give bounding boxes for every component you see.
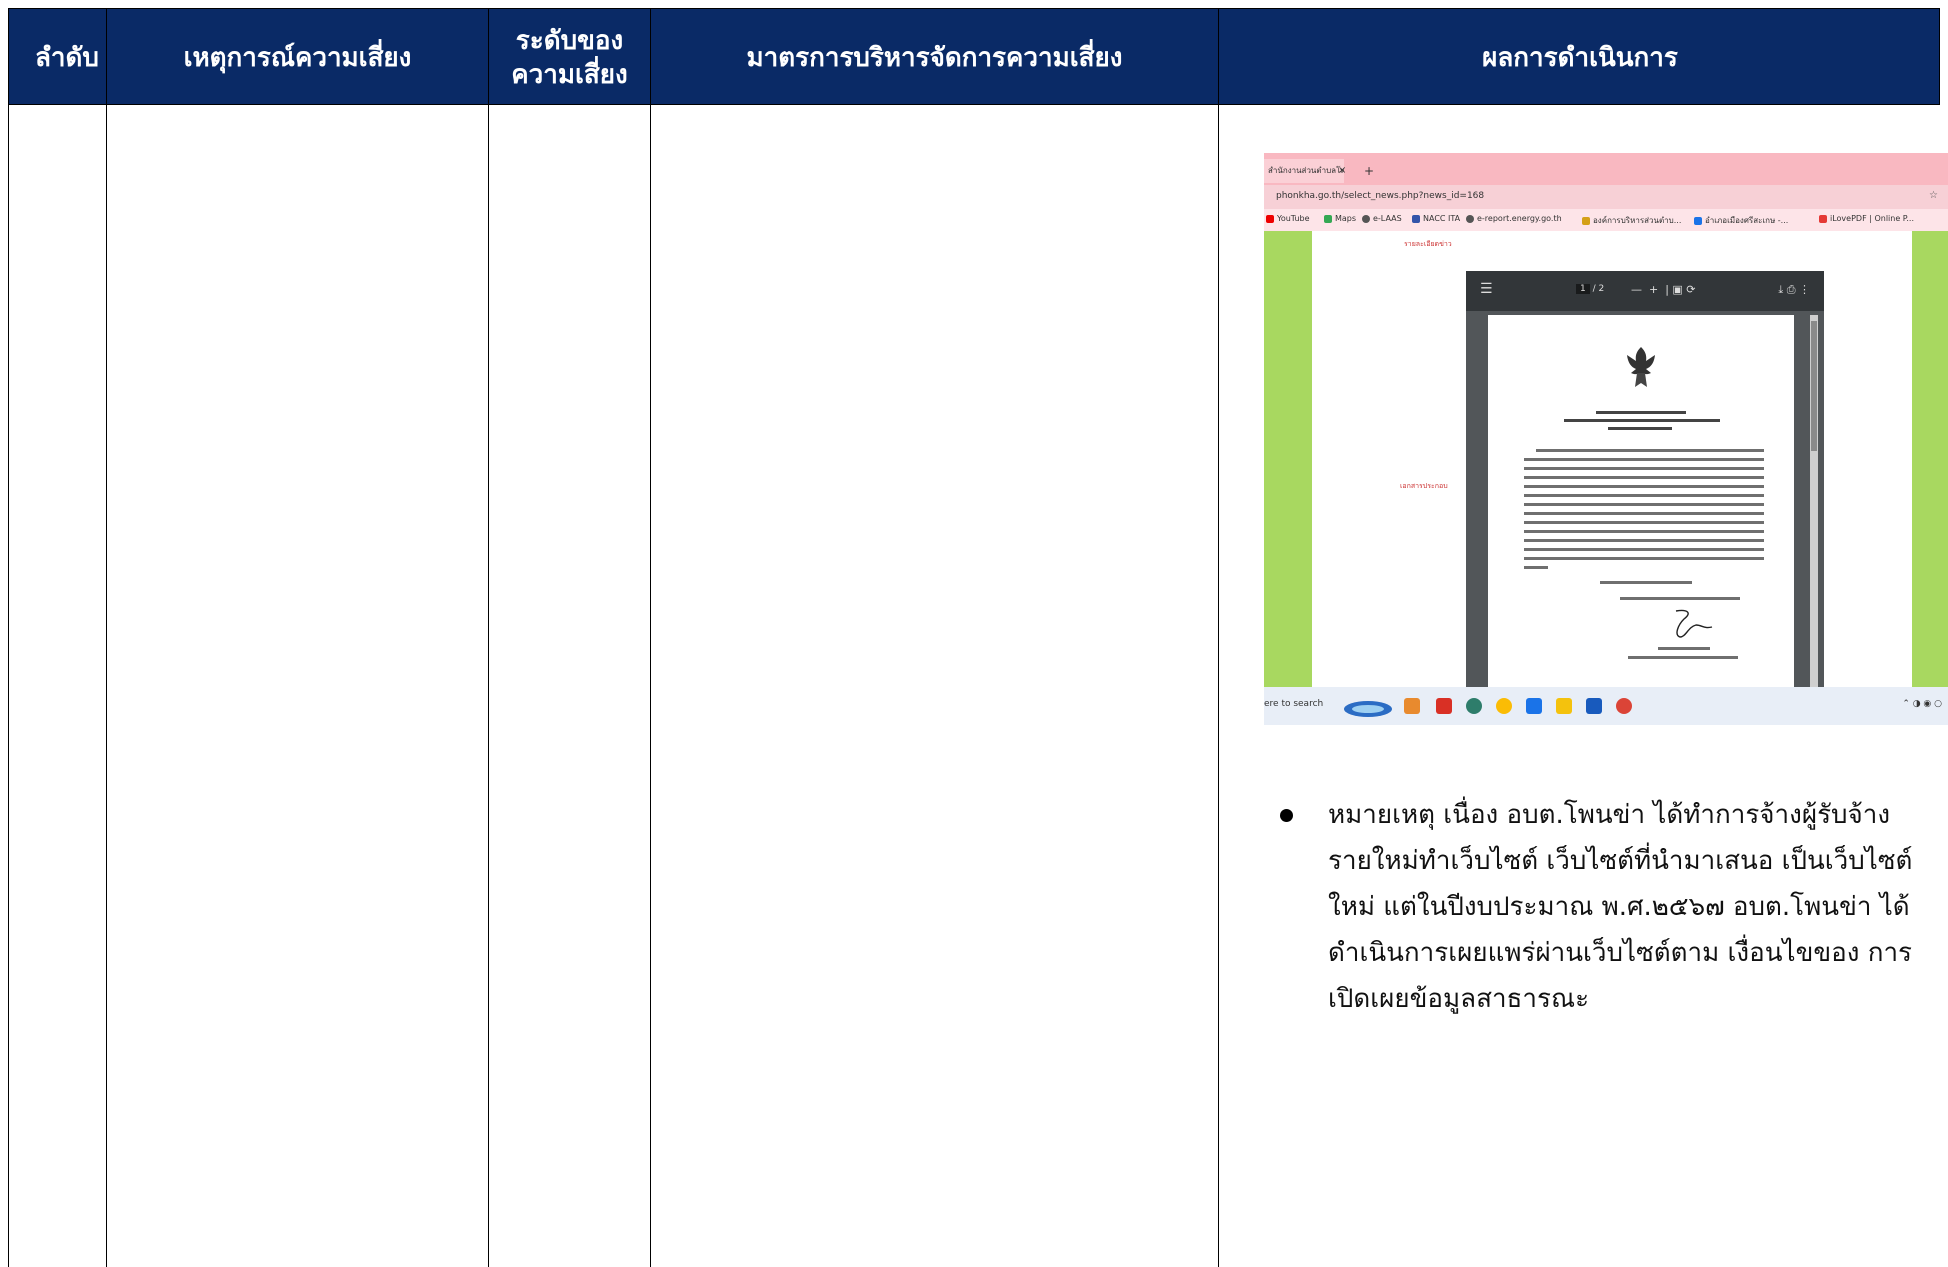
bookmark-item: องค์การบริหารส่วนตำบ...	[1582, 214, 1681, 227]
ita-icon	[1412, 214, 1420, 223]
pdf-scrollbar	[1810, 315, 1818, 691]
system-tray-icon: ⌃ ◑ ◉ ○	[1902, 699, 1942, 709]
heart-icon	[1819, 214, 1827, 223]
pdf-text-line	[1524, 566, 1548, 569]
header-risk-level: ระดับของความเสี่ยง	[489, 9, 651, 106]
close-icon: ×	[1338, 165, 1347, 176]
note-line: รายใหม่ทำเว็บไซต์ เว็บไซต์ที่นำมาเสนอ เป…	[1328, 846, 1913, 876]
bookmark-item: e-LAAS	[1362, 214, 1402, 223]
taskbar-search: ere to search	[1264, 699, 1324, 709]
pdf-text-line	[1600, 581, 1692, 584]
header-risk-event: เหตุการณ์ความเสี่ยง	[107, 9, 489, 106]
website-screenshot: สำนักงานส่วนตำบลโพนข่า อำเภ × + phonkha.…	[1264, 153, 1948, 725]
drive-icon	[1694, 216, 1702, 225]
website-page: รายละเอียดข่าว เอกสารประกอบ ☰ 1 / 2 — + …	[1264, 231, 1948, 695]
pdf-text-line	[1620, 597, 1740, 600]
pdf-text-line	[1628, 656, 1738, 659]
pdf-text-line	[1524, 476, 1764, 479]
pdf-text-line	[1524, 548, 1764, 551]
pdf-text-line	[1524, 539, 1764, 542]
bookmarks-bar: YouTube Maps e-LAAS NACC ITA e-report.en…	[1264, 209, 1948, 231]
col-order	[8, 105, 106, 1267]
wave-icon	[1344, 701, 1392, 717]
pdf-text-line	[1524, 494, 1764, 497]
pdf-text-line	[1596, 411, 1686, 414]
globe-icon	[1362, 214, 1370, 223]
pdf-viewer: ☰ 1 / 2 — + | ▣ ⟳ ⤓ ⎙ ⋮	[1466, 271, 1824, 695]
download-print-icon: ⤓ ⎙ ⋮	[1778, 283, 1810, 296]
browser-tab-bar: สำนักงานส่วนตำบลโพนข่า อำเภ × +	[1264, 153, 1948, 185]
pdf-text-line	[1524, 521, 1764, 524]
bookmark-item: NACC ITA	[1412, 214, 1460, 223]
zoom-icon: — + | ▣ ⟳	[1631, 283, 1696, 296]
pdf-text-line	[1608, 427, 1672, 430]
maps-icon	[1324, 214, 1332, 223]
note-line: ดำเนินการเผยแพร่ผ่านเว็บไซต์ตาม เงื่อนไข…	[1328, 938, 1913, 968]
star-icon: ☆	[1929, 190, 1938, 201]
pdf-page	[1488, 315, 1794, 695]
app-icon	[1526, 698, 1542, 714]
pdf-text-line	[1524, 467, 1764, 470]
bookmark-item: Maps	[1324, 214, 1356, 223]
note-text: หมายเหตุ เนื่อง อบต.โพนข่า ได้ทำการจ้างผ…	[1328, 792, 1918, 1022]
pdf-text-line	[1524, 503, 1764, 506]
app-icon	[1404, 698, 1420, 714]
header-results: ผลการดำเนินการ	[1482, 42, 1678, 73]
green-side-right	[1912, 231, 1948, 687]
bullet-icon	[1280, 809, 1293, 822]
pdf-text-line	[1524, 530, 1764, 533]
green-side-left	[1264, 231, 1312, 687]
col-risk-measures	[650, 105, 1218, 1267]
emblem-icon	[1582, 216, 1590, 225]
pdf-text-line	[1524, 485, 1764, 488]
note-line: หมายเหตุ เนื่อง อบต.โพนข่า ได้ทำการจ้างผ…	[1328, 800, 1891, 830]
bookmark-item: อำเภอเมืองศรีสะเกษ -...	[1694, 214, 1788, 227]
bookmark-item: e-report.energy.go.th	[1466, 214, 1562, 223]
pdf-page-indicator: 1 / 2	[1576, 284, 1604, 294]
menu-icon: ☰	[1480, 281, 1493, 297]
signature-icon	[1675, 609, 1713, 638]
gmail-icon	[1436, 698, 1452, 714]
pdf-text-line	[1658, 647, 1710, 650]
plus-icon: +	[1364, 164, 1375, 178]
folder-icon	[1556, 698, 1572, 714]
table-header: ลำดับ เหตุการณ์ความเสี่ยง ระดับของความเส…	[8, 8, 1940, 106]
bookmark-item: iLovePDF | Online P...	[1819, 214, 1914, 223]
address-bar: phonkha.go.th/select_news.php?news_id=16…	[1264, 185, 1948, 209]
url-text: phonkha.go.th/select_news.php?news_id=16…	[1276, 191, 1485, 201]
pdf-text-line	[1564, 419, 1720, 422]
app-icon	[1466, 698, 1482, 714]
windows-taskbar: ere to search ⌃ ◑ ◉ ○	[1264, 687, 1948, 725]
chrome-icon	[1616, 698, 1632, 714]
pdf-text-line	[1536, 449, 1764, 452]
doc-label: เอกสารประกอบ	[1400, 482, 1448, 490]
garuda-emblem-icon	[1627, 347, 1655, 387]
bookmark-item: YouTube	[1266, 214, 1310, 223]
header-risk-measures: มาตรการบริหารจัดการความเสี่ยง	[651, 9, 1219, 106]
globe-icon	[1466, 214, 1474, 223]
pdf-text-line	[1524, 557, 1764, 560]
col-risk-level	[488, 105, 650, 1267]
pdf-text-line	[1524, 512, 1764, 515]
note-line: ใหม่ แต่ในปีงบประมาณ พ.ศ.๒๕๖๗ อบต.โพนข่า…	[1328, 892, 1910, 922]
note-line: เปิดเผยข้อมูลสาธารณะ	[1328, 984, 1590, 1014]
col-risk-event	[106, 105, 488, 1267]
chrome-icon	[1496, 698, 1512, 714]
pdf-toolbar: ☰ 1 / 2 — + | ▣ ⟳ ⤓ ⎙ ⋮	[1466, 271, 1824, 311]
pdf-text-line	[1524, 458, 1764, 461]
detail-label: รายละเอียดข่าว	[1404, 240, 1452, 248]
word-icon	[1586, 698, 1602, 714]
youtube-icon	[1266, 214, 1274, 223]
browser-tab: สำนักงานส่วนตำบลโพนข่า อำเภ	[1264, 159, 1344, 183]
header-order: ลำดับ	[9, 9, 107, 106]
